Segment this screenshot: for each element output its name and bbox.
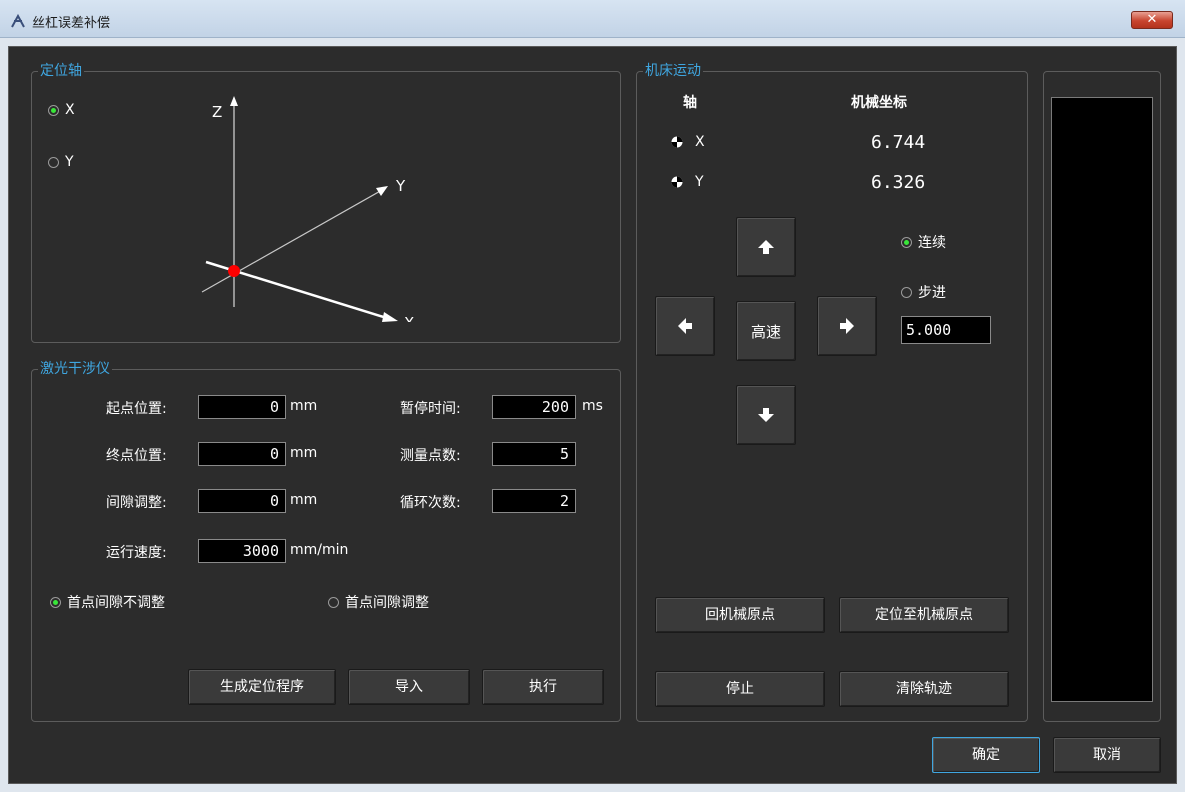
- radio-mode-continuous[interactable]: 连续: [901, 232, 946, 252]
- jog-speed-button[interactable]: 高速: [736, 301, 796, 361]
- radio-label: 首点间隙不调整: [67, 595, 165, 611]
- measure-points-field[interactable]: 5: [492, 442, 576, 466]
- jog-right-button[interactable]: [817, 296, 877, 356]
- radio-axis-x[interactable]: X: [48, 102, 75, 118]
- group-title: 机床运动: [643, 62, 703, 80]
- radio-label: Y: [65, 154, 74, 170]
- coord-value-y: 6.326: [871, 172, 926, 193]
- stop-button[interactable]: 停止: [655, 671, 825, 707]
- z-axis-label: Z: [212, 103, 222, 121]
- radio-on-icon: [48, 104, 59, 116]
- axis-label: Y: [695, 174, 704, 190]
- gap-adjust-label: 间隙调整:: [106, 495, 167, 511]
- cancel-button[interactable]: 取消: [1053, 737, 1161, 773]
- ok-button[interactable]: 确定: [932, 737, 1040, 773]
- positioning-axis-group: 定位轴 X Y Z Y X: [31, 62, 621, 343]
- jog-left-button[interactable]: [655, 296, 715, 356]
- radio-label: 连续: [918, 235, 946, 251]
- axis-diagram: Z Y X: [201, 96, 414, 322]
- axis-row-y: Y: [671, 174, 704, 190]
- arrow-down-icon: [758, 408, 774, 422]
- reference-point-icon: [671, 176, 683, 188]
- group-title: 定位轴: [38, 62, 84, 80]
- step-size-field[interactable]: 5.000: [901, 316, 991, 344]
- window-title: 丝杠误差补偿: [32, 16, 111, 31]
- run-speed-field[interactable]: 3000: [198, 539, 286, 563]
- track-display: [1051, 97, 1153, 702]
- radio-first-gap-no-adjust[interactable]: 首点间隙不调整: [50, 592, 165, 612]
- run-speed-unit: mm/min: [290, 542, 349, 558]
- measure-points-label: 测量点数:: [400, 448, 461, 464]
- import-button[interactable]: 导入: [348, 669, 470, 705]
- radio-first-gap-adjust[interactable]: 首点间隙调整: [328, 592, 429, 612]
- start-position-field[interactable]: 0: [198, 395, 286, 419]
- pause-time-unit: ms: [582, 398, 603, 414]
- cycle-count-field[interactable]: 2: [492, 489, 576, 513]
- end-position-unit: mm: [290, 445, 318, 461]
- radio-mode-step[interactable]: 步进: [901, 282, 946, 302]
- home-button[interactable]: 回机械原点: [655, 597, 825, 633]
- reference-point-icon: [671, 136, 683, 148]
- generate-program-button[interactable]: 生成定位程序: [188, 669, 336, 705]
- machine-motion-group: 机床运动 轴 机械坐标 X 6.744 Y 6.326 高速 连续 步进 5.0…: [636, 62, 1028, 722]
- run-speed-label: 运行速度:: [106, 545, 167, 561]
- close-button[interactable]: ✕: [1131, 11, 1173, 29]
- group-title: 激光干涉仪: [38, 360, 112, 378]
- coord-value-x: 6.744: [871, 132, 926, 153]
- radio-label: 步进: [918, 285, 946, 301]
- title-bar: 丝杠误差补偿 ✕: [0, 0, 1185, 38]
- radio-label: 首点间隙调整: [345, 595, 429, 611]
- axis-row-x: X: [671, 134, 705, 150]
- pause-time-field[interactable]: 200: [492, 395, 576, 419]
- radio-axis-y[interactable]: Y: [48, 154, 74, 170]
- end-position-field[interactable]: 0: [198, 442, 286, 466]
- dialog-client: 定位轴 X Y Z Y X 激光干涉仪 起点位置: 0: [8, 46, 1177, 784]
- arrow-right-icon: [840, 318, 854, 334]
- radio-off-icon: [328, 596, 339, 608]
- gap-adjust-unit: mm: [290, 492, 318, 508]
- axis-column-header: 轴: [683, 95, 697, 111]
- track-display-group: [1043, 71, 1161, 722]
- radio-on-icon: [901, 236, 912, 248]
- cycle-count-label: 循环次数:: [400, 495, 461, 511]
- radio-on-icon: [50, 596, 61, 608]
- goto-origin-button[interactable]: 定位至机械原点: [839, 597, 1009, 633]
- arrow-up-icon: [758, 240, 774, 254]
- jog-down-button[interactable]: [736, 385, 796, 445]
- app-icon: [11, 13, 25, 28]
- radio-off-icon: [901, 286, 912, 298]
- radio-label: X: [65, 102, 75, 118]
- gap-adjust-field[interactable]: 0: [198, 489, 286, 513]
- radio-off-icon: [48, 156, 59, 168]
- x-axis-label: X: [404, 314, 414, 322]
- pause-time-label: 暂停时间:: [400, 401, 461, 417]
- arrow-left-icon: [678, 318, 692, 334]
- axis-label: X: [695, 134, 705, 150]
- coord-column-header: 机械坐标: [851, 95, 907, 111]
- execute-button[interactable]: 执行: [482, 669, 604, 705]
- clear-track-button[interactable]: 清除轨迹: [839, 671, 1009, 707]
- y-axis-label: Y: [395, 177, 406, 195]
- start-position-unit: mm: [290, 398, 318, 414]
- jog-up-button[interactable]: [736, 217, 796, 277]
- end-position-label: 终点位置:: [106, 448, 167, 464]
- start-position-label: 起点位置:: [106, 401, 167, 417]
- laser-interferometer-group: 激光干涉仪 起点位置: 0 mm 暂停时间: 200 ms 终点位置: 0 mm…: [31, 360, 621, 722]
